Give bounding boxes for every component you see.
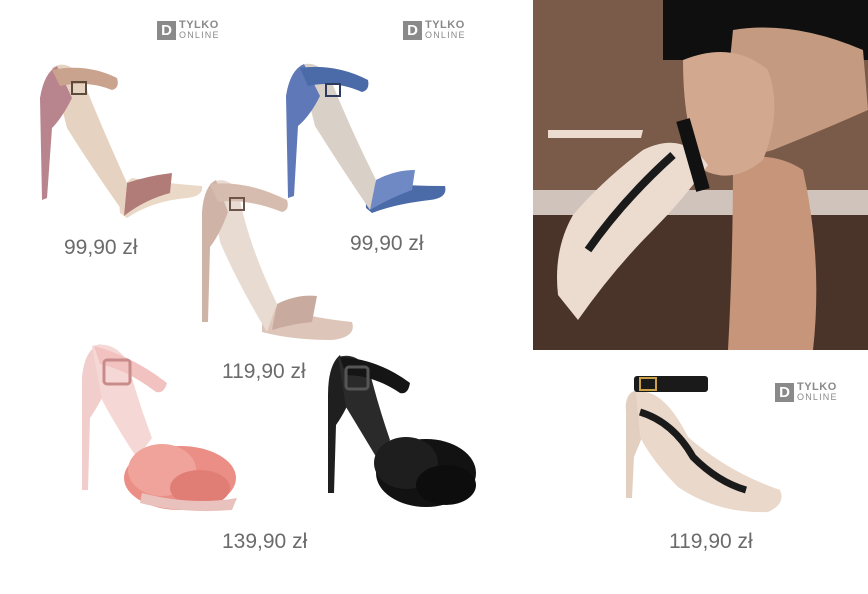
badge-logo-d: D (403, 20, 422, 40)
badge-line2: ONLINE (179, 30, 220, 40)
satin-rose-sandal-image[interactable] (192, 172, 362, 352)
black-feather-sandal-image[interactable] (318, 345, 483, 515)
product-price: 119,90 zł (669, 530, 753, 553)
tylko-online-badge: D TYLKO ONLINE (157, 20, 220, 40)
product-price: 139,90 zł (222, 530, 308, 553)
badge-line2: ONLINE (425, 30, 466, 40)
badge-line1: TYLKO (425, 19, 465, 31)
studded-nude-pump-image[interactable] (618, 362, 788, 522)
model-wearing-studded-pump-photo (533, 0, 868, 350)
glitter-rose-sandal-image[interactable] (32, 58, 207, 223)
pink-feather-sandal-image[interactable] (72, 338, 242, 518)
badge-line1: TYLKO (179, 19, 219, 31)
badge-line1: TYLKO (797, 381, 837, 393)
badge-line2: ONLINE (797, 392, 838, 402)
tylko-online-badge: D TYLKO ONLINE (403, 20, 466, 40)
badge-logo-d: D (157, 20, 176, 40)
product-price: 99,90 zł (64, 236, 138, 259)
